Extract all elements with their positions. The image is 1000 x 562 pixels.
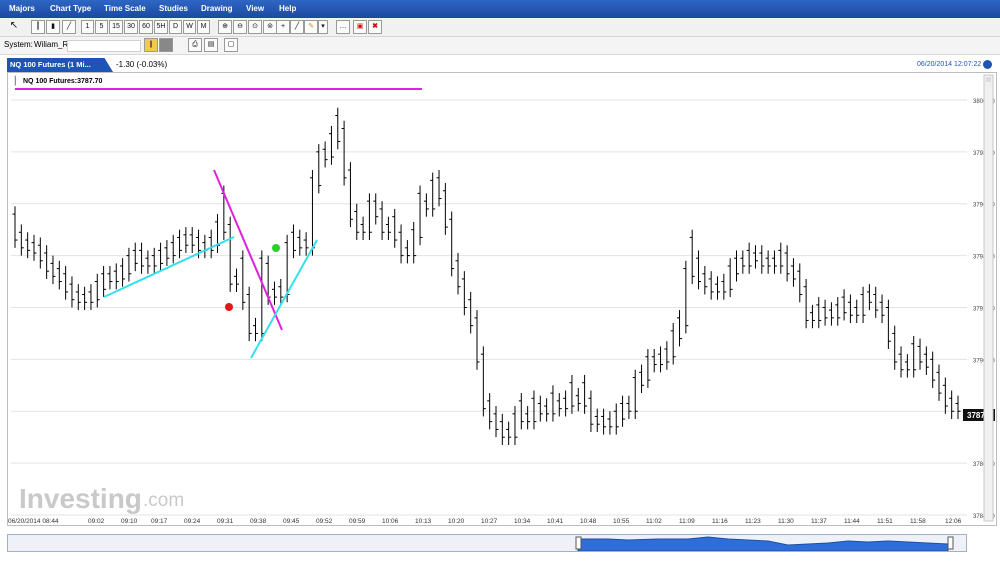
x-tick-label: 10:55 — [613, 518, 630, 525]
watermark-logo: Investing — [19, 483, 142, 514]
system-value[interactable]: Wiliam_R — [34, 40, 68, 49]
stop-icon[interactable] — [159, 38, 173, 52]
chart-legend: NQ 100 Futures:3787.70 — [23, 78, 102, 85]
ohlc-chart-icon[interactable]: ┃ — [31, 20, 45, 34]
x-tick-label: 09:38 — [250, 518, 267, 525]
timeframe-60m-button[interactable]: 60 — [139, 20, 153, 34]
print-icon[interactable]: ⎙ — [188, 38, 202, 52]
x-tick-label: 10:48 — [580, 518, 597, 525]
tab-nq-100-futures[interactable]: NQ 100 Futures (1 Mi... — [7, 58, 113, 72]
x-tick-label: 11:58 — [910, 518, 926, 525]
magenta-trendline — [213, 169, 283, 331]
x-axis-labels: 06/20/2014 08:44 09:02 09:10 09:17 09:24 09:3… — [8, 518, 962, 525]
x-tick-label: 09:59 — [349, 518, 366, 525]
menu-chart-type[interactable]: Chart Type — [50, 4, 91, 13]
x-tick-label: 12:06 — [945, 518, 962, 525]
watermark-logo-suffix: .com — [143, 490, 184, 511]
x-tick-label: 11:44 — [844, 518, 860, 525]
scroll-up-icon[interactable] — [986, 77, 991, 82]
navigator[interactable] — [7, 534, 967, 552]
cursor-icon: │ — [13, 75, 18, 86]
red-marker — [225, 303, 233, 311]
x-tick-label: 10:06 — [382, 518, 399, 525]
tab-change: -1.30 (-0.03%) — [116, 60, 168, 69]
x-tick-label: 06/20/2014 08:44 — [8, 518, 59, 525]
x-tick-label: 10:34 — [514, 518, 531, 525]
x-tick-label: 09:02 — [88, 518, 105, 525]
menu-drawing[interactable]: Drawing — [201, 4, 233, 13]
zoom-in-icon[interactable]: ⊕ — [218, 20, 232, 34]
x-tick-label: 10:41 — [547, 518, 564, 525]
x-tick-label: 09:52 — [316, 518, 333, 525]
timeframe-daily-button[interactable]: D — [169, 20, 182, 34]
green-marker — [272, 244, 280, 252]
x-tick-label: 11:09 — [679, 518, 695, 525]
x-tick-label: 11:30 — [778, 518, 794, 525]
timeframe-5h-button[interactable]: 5H — [154, 20, 168, 34]
x-tick-label: 10:13 — [415, 518, 432, 525]
timeframe-weekly-button[interactable]: W — [183, 20, 196, 34]
menu-bar: Majors Chart Type Time Scale Studies Dra… — [0, 0, 1000, 18]
menu-help[interactable]: Help — [279, 4, 296, 13]
x-tick-label: 11:51 — [877, 518, 893, 525]
menu-majors[interactable]: Majors — [9, 4, 35, 13]
tab-row: NQ 100 Futures (1 Mi... -1.30 (-0.03%) 0… — [0, 58, 1000, 72]
timeframe-30m-button[interactable]: 30 — [124, 20, 138, 34]
price-chart[interactable]: 06/20/2014 08:44 09:02 09:10 09:17 09:24 09:3… — [8, 73, 996, 525]
zoom-out-icon[interactable]: ⊖ — [233, 20, 247, 34]
fullscreen-icon[interactable]: ▢ — [224, 38, 238, 52]
x-tick-label: 09:45 — [283, 518, 300, 525]
cyan-trendline-left — [103, 236, 235, 298]
x-tick-label: 11:02 — [646, 518, 662, 525]
pencil-icon[interactable]: ✎ — [304, 20, 318, 34]
datetime-label: 06/20/2014 12:07:22 — [917, 61, 982, 68]
pause-icon[interactable]: ∥ — [144, 38, 158, 52]
chart-frame: 06/20/2014 08:44 09:02 09:10 09:17 09:24 09:3… — [7, 72, 997, 526]
x-tick-label: 11:23 — [745, 518, 761, 525]
navigator-graph — [575, 536, 954, 552]
system-select[interactable] — [67, 40, 141, 52]
save-image-icon[interactable]: ▤ — [204, 38, 218, 52]
crosshair-icon[interactable]: + — [276, 20, 290, 34]
x-tick-label: 10:27 — [481, 518, 498, 525]
zoom-fit-icon[interactable]: ⊙ — [248, 20, 262, 34]
delete-drawing-icon[interactable]: ▣ — [353, 20, 367, 34]
system-label: System: — [4, 40, 33, 49]
vertical-scrollbar[interactable] — [983, 74, 994, 522]
menu-view[interactable]: View — [246, 4, 264, 13]
timeframe-monthly-button[interactable]: M — [197, 20, 210, 34]
x-tick-label: 09:17 — [151, 518, 168, 525]
menu-time-scale[interactable]: Time Scale — [104, 4, 146, 13]
x-tick-label: 09:24 — [184, 518, 201, 525]
settings-circle-icon[interactable] — [983, 60, 992, 69]
drawing-dropdown-icon[interactable]: ▾ — [318, 20, 328, 34]
settings-icon[interactable]: … — [336, 20, 350, 34]
pointer-icon[interactable]: ↖ — [8, 20, 20, 32]
x-tick-label: 11:16 — [712, 518, 728, 525]
x-tick-label: 10:20 — [448, 518, 465, 525]
timeframe-1m-button[interactable]: 1 — [81, 20, 94, 34]
timeframe-5m-button[interactable]: 5 — [95, 20, 108, 34]
menu-studies[interactable]: Studies — [159, 4, 188, 13]
navigator-left-handle[interactable] — [575, 536, 582, 550]
drawings — [15, 88, 422, 359]
navigator-right-handle[interactable] — [947, 536, 954, 550]
timeframe-15m-button[interactable]: 15 — [109, 20, 123, 34]
x-tick-label: 09:31 — [217, 518, 234, 525]
trendline-icon[interactable]: ╱ — [290, 20, 304, 34]
line-chart-icon[interactable]: ╱ — [62, 20, 76, 34]
candle-chart-icon[interactable]: ▮ — [46, 20, 60, 34]
price-bars — [12, 107, 961, 445]
system-bar: System: Wiliam_R ∥ ⎙ ▤ ▢ — [0, 37, 1000, 55]
close-icon[interactable]: ✖ — [368, 20, 382, 34]
zoom-reset-icon[interactable]: ⊚ — [263, 20, 277, 34]
x-tick-label: 11:37 — [811, 518, 827, 525]
x-tick-label: 09:10 — [121, 518, 138, 525]
toolbar: ↖ ┃ ▮ ╱ 1 5 15 30 60 5H D W M ⊕ ⊖ ⊙ ⊚ + … — [0, 18, 1000, 37]
